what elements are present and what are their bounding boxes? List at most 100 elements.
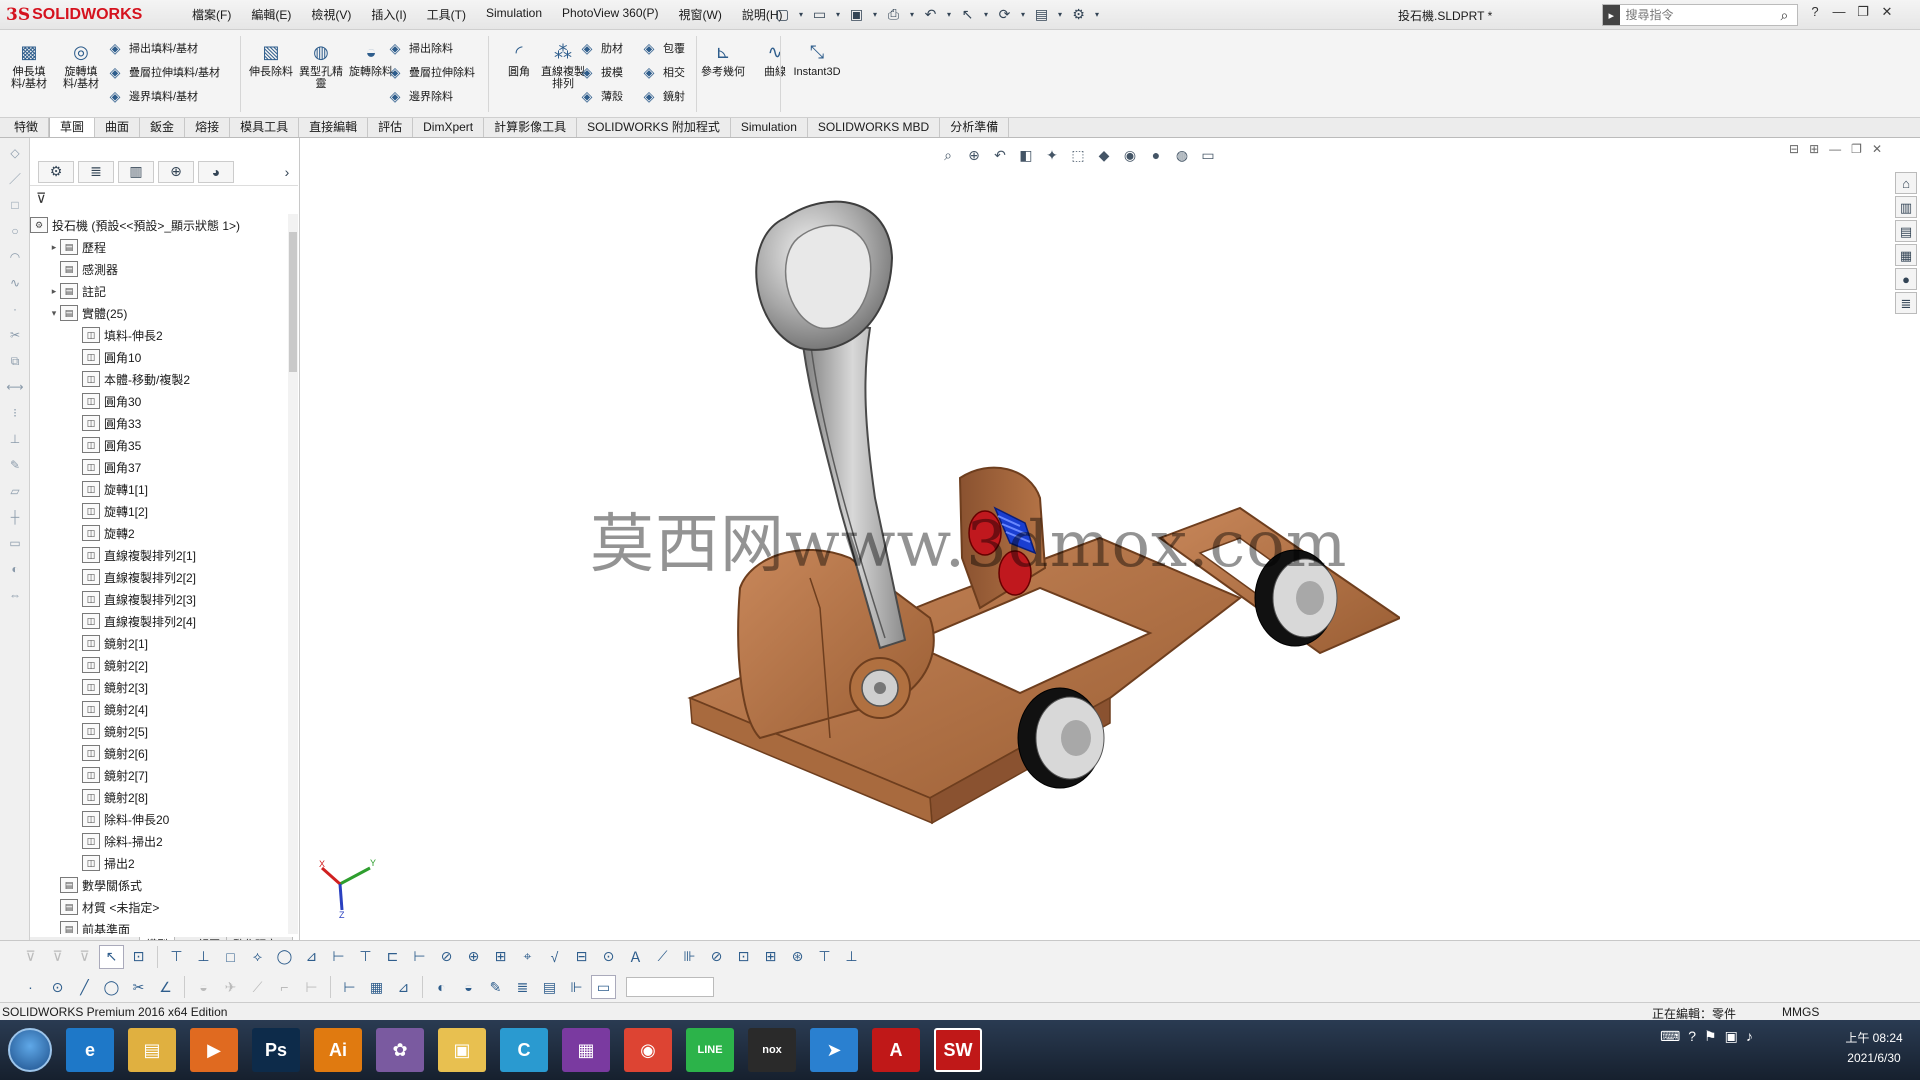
command-search[interactable]: ▸ ⌕ (1602, 4, 1798, 26)
dropdown-arrow-icon[interactable]: ▾ (907, 4, 917, 25)
sketch-tool-icon[interactable]: ▭ (591, 975, 616, 999)
sketch-tool-icon[interactable]: ⊿ (391, 975, 416, 999)
volume-icon[interactable]: ♪ (1746, 1028, 1753, 1045)
close-icon[interactable]: ✕ (1878, 4, 1896, 20)
tree-item[interactable]: ▸ ▤ 歷程 (48, 236, 106, 258)
selection-filter-icon[interactable]: ⊤ (164, 945, 189, 969)
clock[interactable]: 上午 08:24 2021/6/30 (1830, 1028, 1918, 1068)
selection-filter-icon[interactable]: ⊘ (704, 945, 729, 969)
taskbar-app-winrar[interactable]: ▦ (562, 1028, 610, 1072)
tree-item[interactable]: ◫ 旋轉2 (70, 522, 135, 544)
selection-filter-icon[interactable]: ⊡ (126, 945, 151, 969)
ribbon-instant3d-button[interactable]: ⤡ Instant3D (788, 40, 846, 78)
graphics-area[interactable]: ⌕ ⊕ ↶ ◧ ✦ ⬚ ◆ ◉ ● ◍ ▭ ⊟ ⊞ — ❐ ✕ 莫西网www.3… (300, 138, 1892, 940)
tree-item[interactable]: ◫ 鏡射2[5] (70, 720, 148, 742)
tab-1[interactable]: 草圖 (49, 118, 96, 137)
sketch-tool-icon[interactable]: ▦ (364, 975, 389, 999)
section-view-icon[interactable]: ◧ (1014, 144, 1038, 166)
taskbar-app-media-player[interactable]: ▶ (190, 1028, 238, 1072)
display-manager-icon[interactable]: ◕ (198, 160, 234, 183)
spline-icon[interactable]: ∿ (4, 272, 26, 294)
taskbar-app-illustrator[interactable]: Ai (314, 1028, 362, 1072)
selection-filter-icon[interactable]: ⊤ (353, 945, 378, 969)
options-icon[interactable]: ⚙ (1068, 4, 1089, 25)
ribbon-reference-geometry-button[interactable]: ⊾ 參考幾何 (700, 40, 746, 78)
minimize-icon[interactable]: — (1830, 4, 1848, 20)
dropdown-arrow-icon[interactable]: ▾ (1092, 4, 1102, 25)
tree-item[interactable]: ◫ 填料-伸長2 (70, 324, 163, 346)
selection-filter-icon[interactable]: ⊤ (812, 945, 837, 969)
selection-filter-icon[interactable]: √ (542, 945, 567, 969)
tree-item[interactable]: ▤ 數學關係式 (48, 874, 142, 896)
taskbar-app-chrome[interactable]: ◉ (624, 1028, 672, 1072)
dimxpert-icon[interactable]: ⊕ (158, 160, 194, 183)
tab-0[interactable]: 特徵 (0, 118, 50, 137)
tree-item[interactable]: ◫ 直線複製排列2[2] (70, 566, 196, 588)
sketch-tool-icon[interactable]: ⌐ (272, 975, 297, 999)
sketch-tool-icon[interactable]: ⟋ (245, 975, 270, 999)
selection-filter-icon[interactable]: ⊪ (677, 945, 702, 969)
help-tray-icon[interactable]: ? (1688, 1028, 1696, 1045)
dynamic-annotation-icon[interactable]: ✦ (1040, 144, 1064, 166)
ribbon-boundary-boss-button[interactable]: ◈ 邊界填料/基材 (106, 86, 198, 106)
tab-9[interactable]: 計算影像工具 (484, 118, 578, 137)
tree-item[interactable]: ◫ 圓角10 (70, 346, 141, 368)
tree-item[interactable]: ◫ 圓角33 (70, 412, 141, 434)
pattern-icon[interactable]: ⁝ (4, 402, 26, 424)
restore-icon[interactable]: ❐ (1854, 4, 1872, 20)
tree-item[interactable]: ◫ 圓角37 (70, 456, 141, 478)
dropdown-arrow-icon[interactable]: ▾ (1018, 4, 1028, 25)
menu-item-4[interactable]: 工具(T) (417, 6, 476, 23)
sketch-tool-icon[interactable]: ◯ (99, 975, 124, 999)
dropdown-arrow-icon[interactable]: ▾ (833, 4, 843, 25)
tab-2[interactable]: 曲面 (95, 118, 141, 137)
keyboard-icon[interactable]: ⌨ (1660, 1028, 1680, 1045)
tree-item[interactable]: ◫ 鏡射2[2] (70, 654, 148, 676)
dropdown-arrow-icon[interactable]: ▾ (1055, 4, 1065, 25)
tree-item[interactable]: ▸ ▤ 註記 (48, 280, 106, 302)
print-icon[interactable]: ⎙ (883, 4, 904, 25)
taskbar-app-photoshop[interactable]: Ps (252, 1028, 300, 1072)
zoom-to-fit-icon[interactable]: ⌕ (936, 144, 960, 166)
ribbon-fillet-button[interactable]: ◜ 圓角 (496, 40, 542, 78)
tab-5[interactable]: 模具工具 (230, 118, 300, 137)
tree-item[interactable]: ◫ 本體-移動/複製2 (70, 368, 190, 390)
sketch-tool-icon[interactable]: ∠ (153, 975, 178, 999)
sketch-tool-icon[interactable]: ⊢ (337, 975, 362, 999)
selection-filter-icon[interactable]: ⊟ (569, 945, 594, 969)
dropdown-arrow-icon[interactable]: ▾ (944, 4, 954, 25)
axis-icon[interactable]: ┼ (4, 506, 26, 528)
selection-filter-icon[interactable]: ⟡ (245, 945, 270, 969)
display-icon[interactable]: ◐ (4, 558, 26, 580)
display-style-icon[interactable]: ◆ (1092, 144, 1116, 166)
selection-filter-icon[interactable]: ⊙ (596, 945, 621, 969)
tree-item[interactable]: ▤ 前基準面 (48, 918, 130, 934)
sketch-tool-icon[interactable]: ◐ (429, 975, 454, 999)
selection-filter-icon[interactable]: ⊢ (407, 945, 432, 969)
taskbar-app-bird-app[interactable]: ➤ (810, 1028, 858, 1072)
scrollbar-thumb[interactable] (289, 232, 297, 372)
selection-filter-icon[interactable]: ⊥ (839, 945, 864, 969)
configurationmanager-icon[interactable]: ▥ (118, 160, 154, 183)
ribbon-extruded-boss-button[interactable]: ▩ 伸長填料/基材 (6, 40, 52, 90)
units-selector[interactable]: MMGS (1782, 1005, 1819, 1019)
ribbon-boundary-cut-button[interactable]: ◈ 邊界除料 (386, 86, 453, 106)
dropdown-arrow-icon[interactable]: ▾ (796, 4, 806, 25)
ribbon-draft-button[interactable]: ◈ 拔模 (578, 62, 623, 82)
tree-item[interactable]: ▾ ▤ 實體(25) (48, 302, 127, 324)
ribbon-intersect-button[interactable]: ◈ 相交 (640, 62, 685, 82)
open-icon[interactable]: ▭ (809, 4, 830, 25)
taskbar-app-paint[interactable]: ✿ (376, 1028, 424, 1072)
tree-item[interactable]: ◫ 圓角35 (70, 434, 141, 456)
selection-filter-icon[interactable]: ⊞ (488, 945, 513, 969)
help-icon[interactable]: ? (1806, 4, 1824, 20)
tree-item[interactable]: ◫ 鏡射2[6] (70, 742, 148, 764)
relations-icon[interactable]: ⊥ (4, 428, 26, 450)
tree-item[interactable]: ◫ 鏡射2[7] (70, 764, 148, 786)
viewport-restore-icon[interactable]: ❐ (1851, 142, 1862, 156)
ribbon-rib-button[interactable]: ◈ 肋材 (578, 38, 623, 58)
taskbar-app-ie[interactable]: e (66, 1028, 114, 1072)
tab-8[interactable]: DimXpert (413, 118, 485, 137)
sketch-tool-icon[interactable]: ▤ (537, 975, 562, 999)
selection-filter-icon[interactable]: ⊘ (434, 945, 459, 969)
